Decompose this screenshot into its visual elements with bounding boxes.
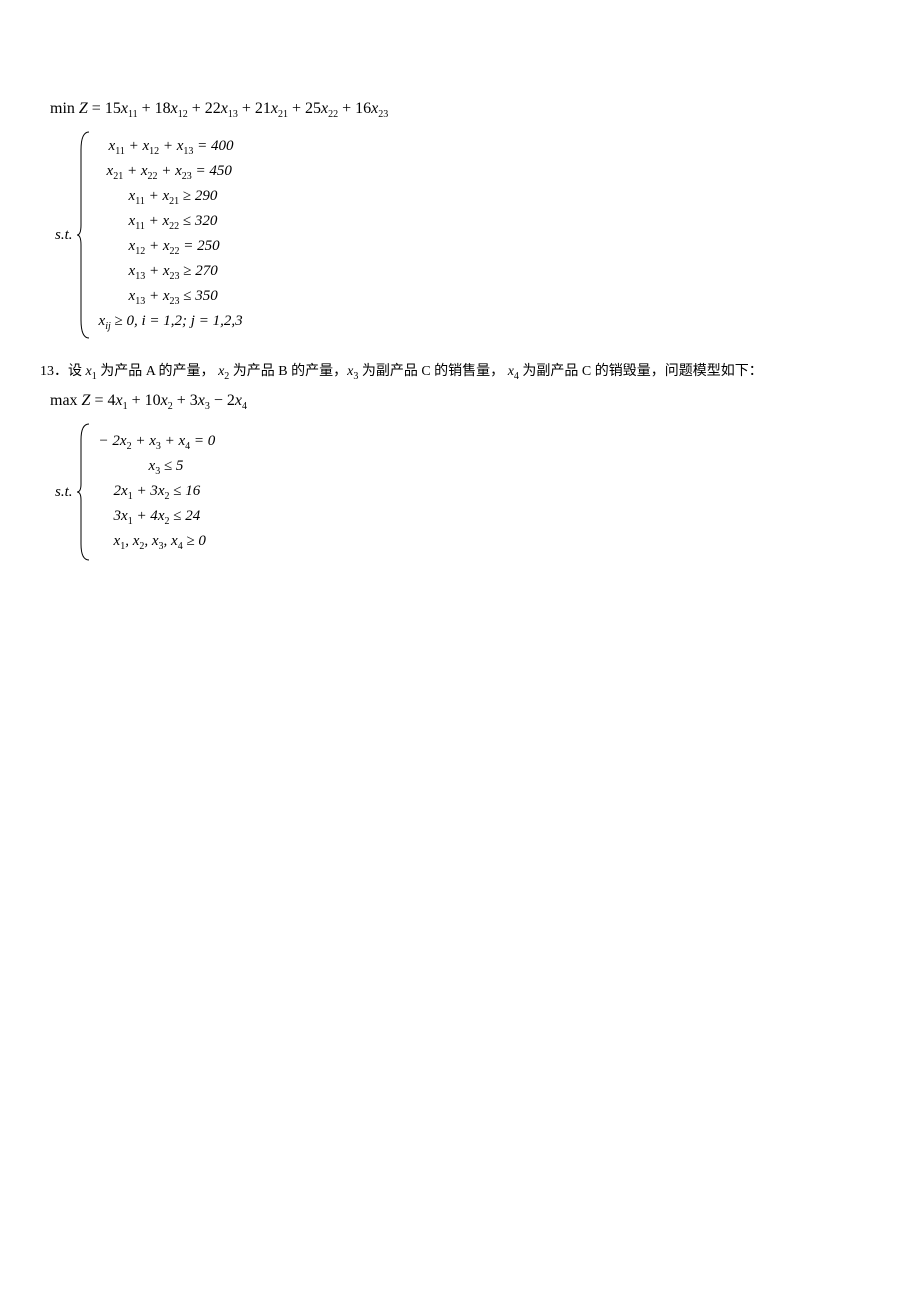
objective-2: max Z = 4x1 + 10x2 + 3x3 − 2x4 [50, 392, 880, 412]
c2-4: 3x1 + 4x2 ≤ 24 [99, 508, 216, 527]
problem-2-block: max Z = 4x1 + 10x2 + 3x3 − 2x4 s.t. − 2x… [40, 392, 880, 562]
obj1-text: min Z = 15x11 + 18x12 + 22x13 + 21x21 + … [50, 100, 388, 117]
brace-1 [77, 130, 91, 340]
c1-3: x11 + x21 ≥ 290 [99, 188, 243, 207]
st-label-1: s.t. [55, 227, 73, 244]
c1-6: x13 + x23 ≥ 270 [99, 263, 243, 282]
constraint-lines-2: − 2x2 + x3 + x4 = 0 x3 ≤ 5 2x1 + 3x2 ≤ 1… [99, 433, 216, 552]
c1-2: x21 + x22 + x23 = 450 [99, 163, 243, 182]
var-x3: x3 [347, 364, 358, 379]
objective-1: min Z = 15x11 + 18x12 + 22x13 + 21x21 + … [50, 100, 880, 120]
var-x2: x2 [218, 364, 229, 379]
constraints-1: s.t. x11 + x12 + x13 = 400 x21 + x22 + x… [55, 130, 880, 340]
c1-7: x13 + x23 ≤ 350 [99, 288, 243, 307]
constraints-2: s.t. − 2x2 + x3 + x4 = 0 x3 ≤ 5 2x1 + 3x… [55, 422, 880, 562]
constraint-lines-1: x11 + x12 + x13 = 400 x21 + x22 + x23 = … [99, 138, 243, 332]
var-x4: x4 [508, 364, 519, 379]
brace-2 [77, 422, 91, 562]
st-label-2: s.t. [55, 484, 73, 501]
c2-1: − 2x2 + x3 + x4 = 0 [99, 433, 216, 452]
obj2-text: max Z = 4x1 + 10x2 + 3x3 − 2x4 [50, 392, 247, 409]
c2-5: x1, x2, x3, x4 ≥ 0 [99, 533, 216, 552]
c2-3: 2x1 + 3x2 ≤ 16 [99, 483, 216, 502]
c1-8: xij ≥ 0, i = 1,2; j = 1,2,3 [99, 313, 243, 332]
c1-5: x12 + x22 = 250 [99, 238, 243, 257]
problem-2-text: 13．设 x1 为产品 A 的产量， x2 为产品 B 的产量，x3 为副产品 … [40, 360, 880, 382]
problem-number: 13． [40, 364, 68, 379]
c1-1: x11 + x12 + x13 = 400 [99, 138, 243, 157]
problem-1-block: min Z = 15x11 + 18x12 + 22x13 + 21x21 + … [40, 100, 880, 340]
c2-2: x3 ≤ 5 [99, 458, 216, 477]
var-x1: x1 [86, 364, 97, 379]
c1-4: x11 + x22 ≤ 320 [99, 213, 243, 232]
